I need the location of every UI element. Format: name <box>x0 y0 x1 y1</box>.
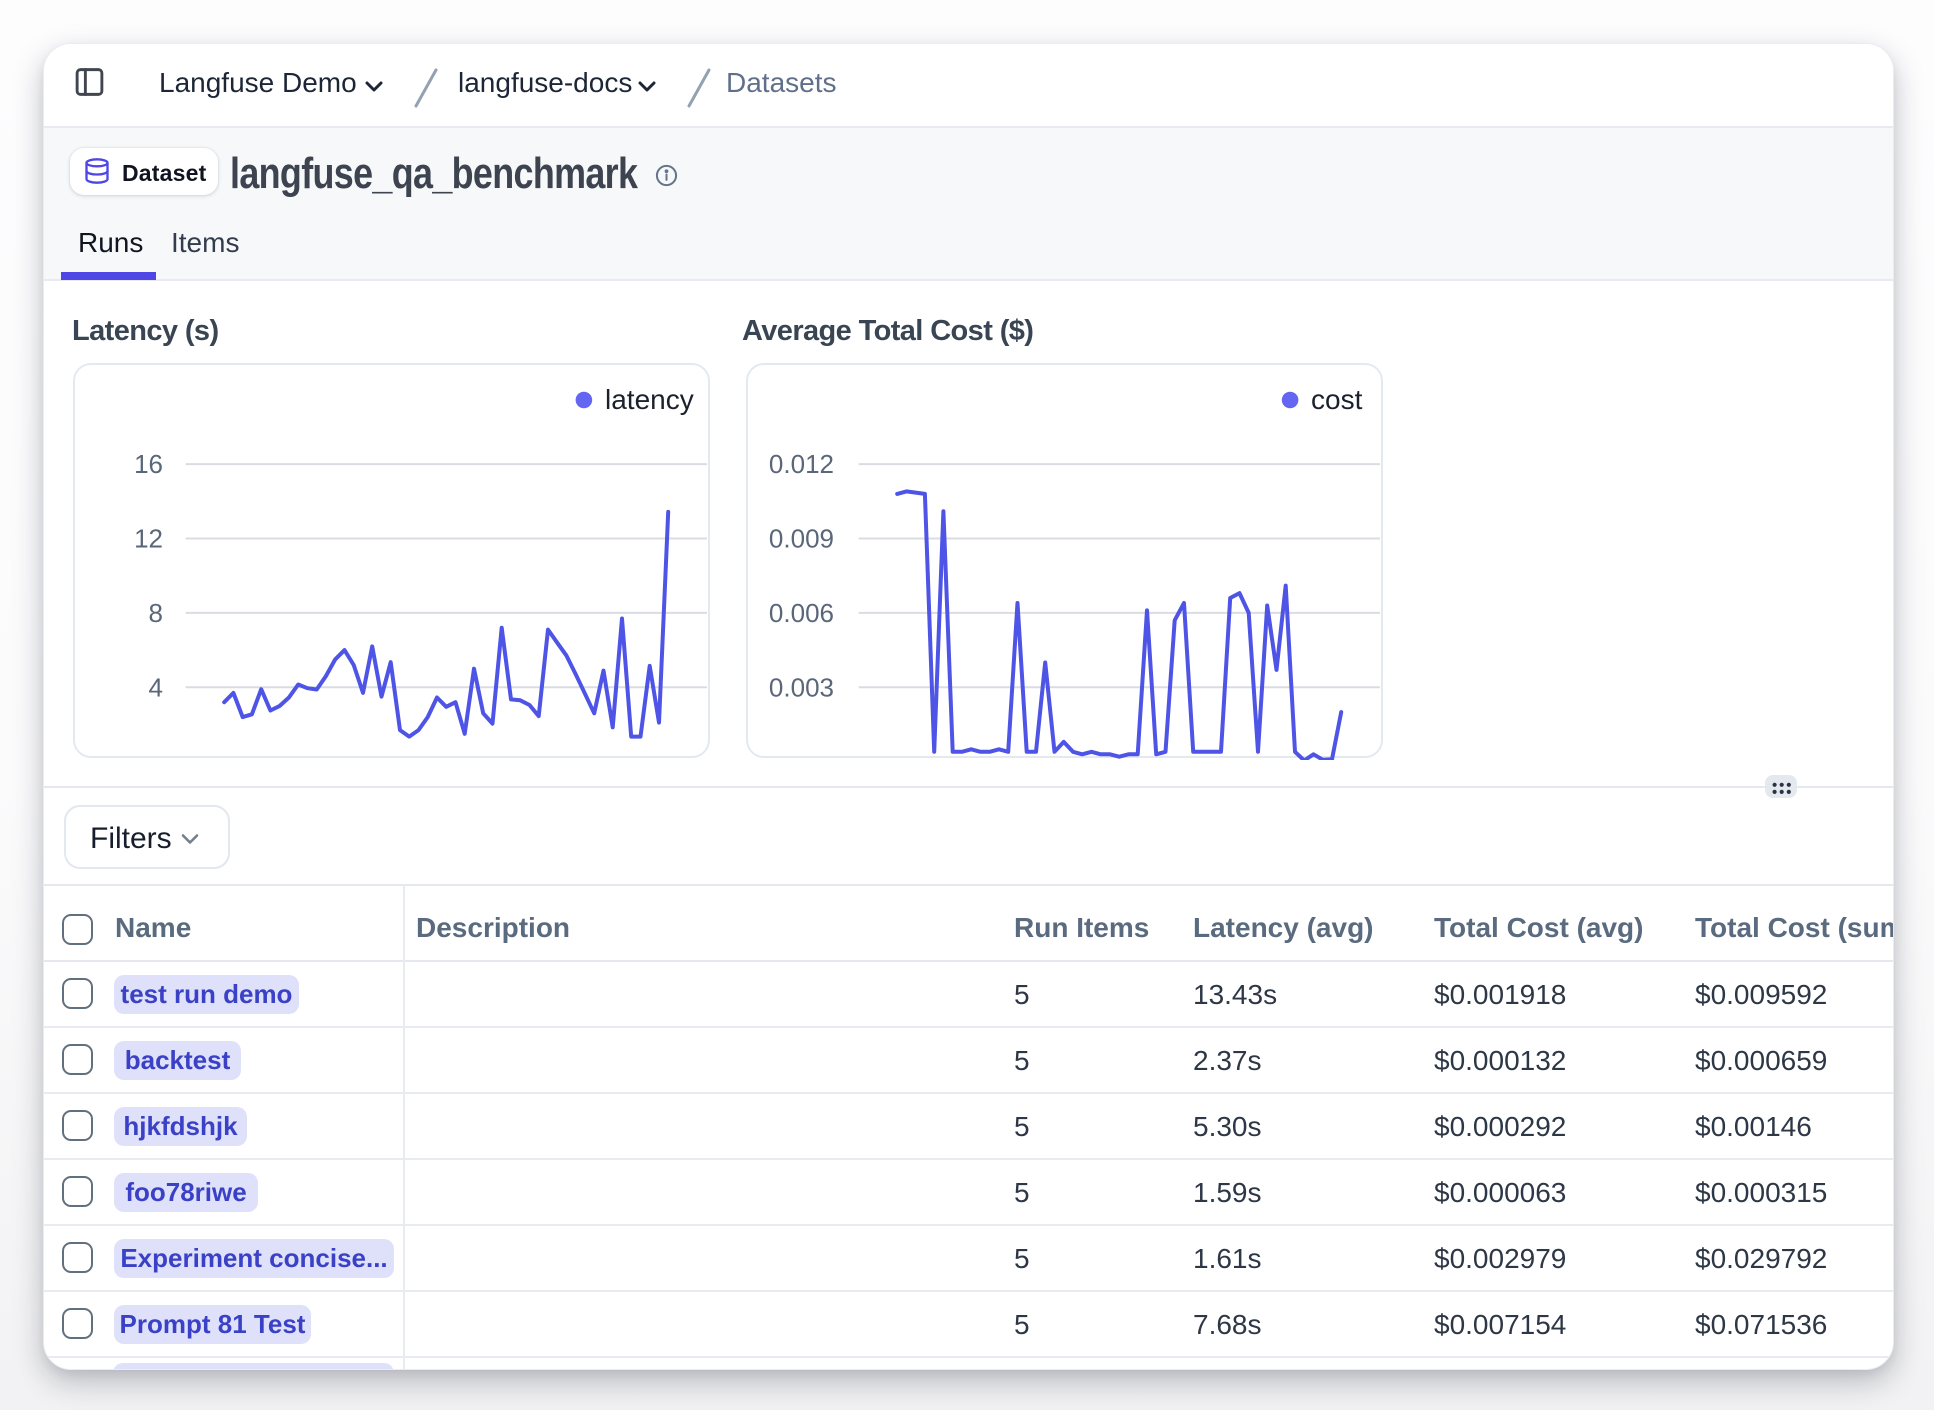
svg-text:16: 16 <box>134 449 163 479</box>
svg-text:0.006: 0.006 <box>769 598 834 628</box>
svg-text:4: 4 <box>149 672 163 702</box>
svg-text:0.003: 0.003 <box>769 672 834 702</box>
svg-text:latency: latency <box>605 384 694 415</box>
svg-text:0.009: 0.009 <box>769 524 834 554</box>
svg-text:12: 12 <box>134 524 163 554</box>
svg-text:0.012: 0.012 <box>769 449 834 479</box>
svg-text:cost: cost <box>1311 384 1363 415</box>
svg-text:8: 8 <box>149 598 163 628</box>
